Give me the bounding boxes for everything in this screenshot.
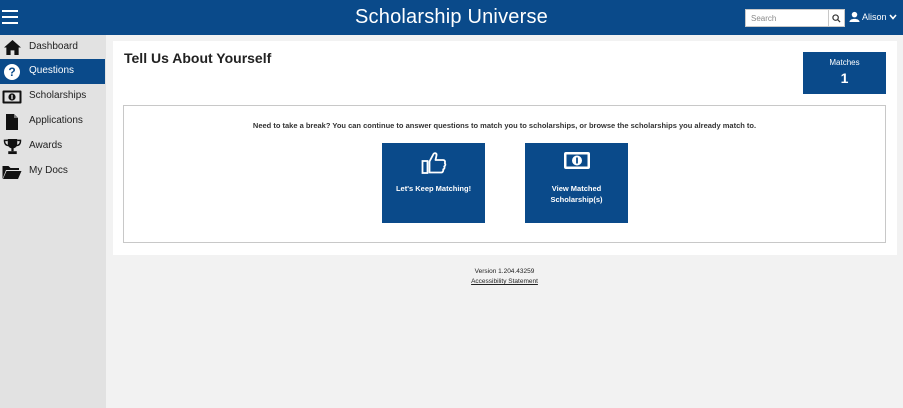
money-icon	[2, 87, 22, 106]
sidebar-item-awards[interactable]: Awards	[0, 134, 105, 159]
matches-counter[interactable]: Matches 1	[803, 52, 886, 94]
search-input[interactable]	[746, 10, 828, 26]
trophy-icon	[2, 137, 22, 156]
sidebar-item-applications[interactable]: Applications	[0, 109, 105, 134]
matches-label: Matches	[829, 58, 860, 67]
top-bar: Scholarship Universe Alison	[0, 0, 903, 35]
page-title: Tell Us About Yourself	[124, 50, 272, 66]
keep-matching-button[interactable]: Let's Keep Matching!	[382, 143, 485, 223]
question-icon: ?	[2, 62, 22, 81]
sidebar-item-dashboard[interactable]: Dashboard	[0, 35, 105, 60]
chevron-down-icon	[888, 13, 897, 20]
accessibility-statement-link[interactable]: Accessibility Statement	[471, 277, 538, 287]
break-panel: Need to take a break? You can continue t…	[123, 105, 886, 243]
matches-count: 1	[840, 70, 849, 86]
money-icon	[563, 152, 590, 169]
folder-icon	[2, 162, 22, 181]
sidebar-item-label: Awards	[29, 140, 63, 151]
main-content-card: Tell Us About Yourself Matches 1 Need to…	[113, 41, 897, 255]
keep-matching-label: Let's Keep Matching!	[395, 184, 472, 193]
sidebar-item-label: Questions	[29, 65, 75, 76]
break-message: Need to take a break? You can continue t…	[252, 121, 757, 130]
search-box	[745, 9, 845, 27]
version-text: Version 1.204.43259	[474, 268, 535, 275]
sidebar-item-label: Scholarships	[29, 90, 87, 101]
sidebar-item-label: My Docs	[29, 165, 68, 176]
sidebar-item-label: Applications	[29, 115, 83, 126]
thumbs-up-icon	[421, 152, 446, 174]
home-icon	[2, 38, 22, 57]
view-matched-scholarships-button[interactable]: View Matched Scholarship(s)	[525, 143, 628, 223]
sidebar: Dashboard ? Questions Scholarships Appli…	[0, 35, 106, 408]
search-icon	[832, 13, 841, 23]
sidebar-item-label: Dashboard	[29, 41, 78, 52]
user-menu[interactable]: Alison	[849, 11, 897, 22]
document-icon	[2, 112, 22, 131]
search-button[interactable]	[828, 10, 844, 26]
footer: Version 1.204.43259 Accessibility Statem…	[106, 267, 903, 287]
sidebar-item-questions[interactable]: ? Questions	[0, 59, 105, 84]
svg-text:?: ?	[8, 65, 15, 79]
user-name: Alison	[862, 11, 887, 22]
view-matched-label: View Matched Scholarship(s)	[550, 184, 603, 204]
user-avatar-icon	[849, 11, 860, 22]
sidebar-item-scholarships[interactable]: Scholarships	[0, 84, 105, 109]
sidebar-item-my-docs[interactable]: My Docs	[0, 159, 105, 184]
